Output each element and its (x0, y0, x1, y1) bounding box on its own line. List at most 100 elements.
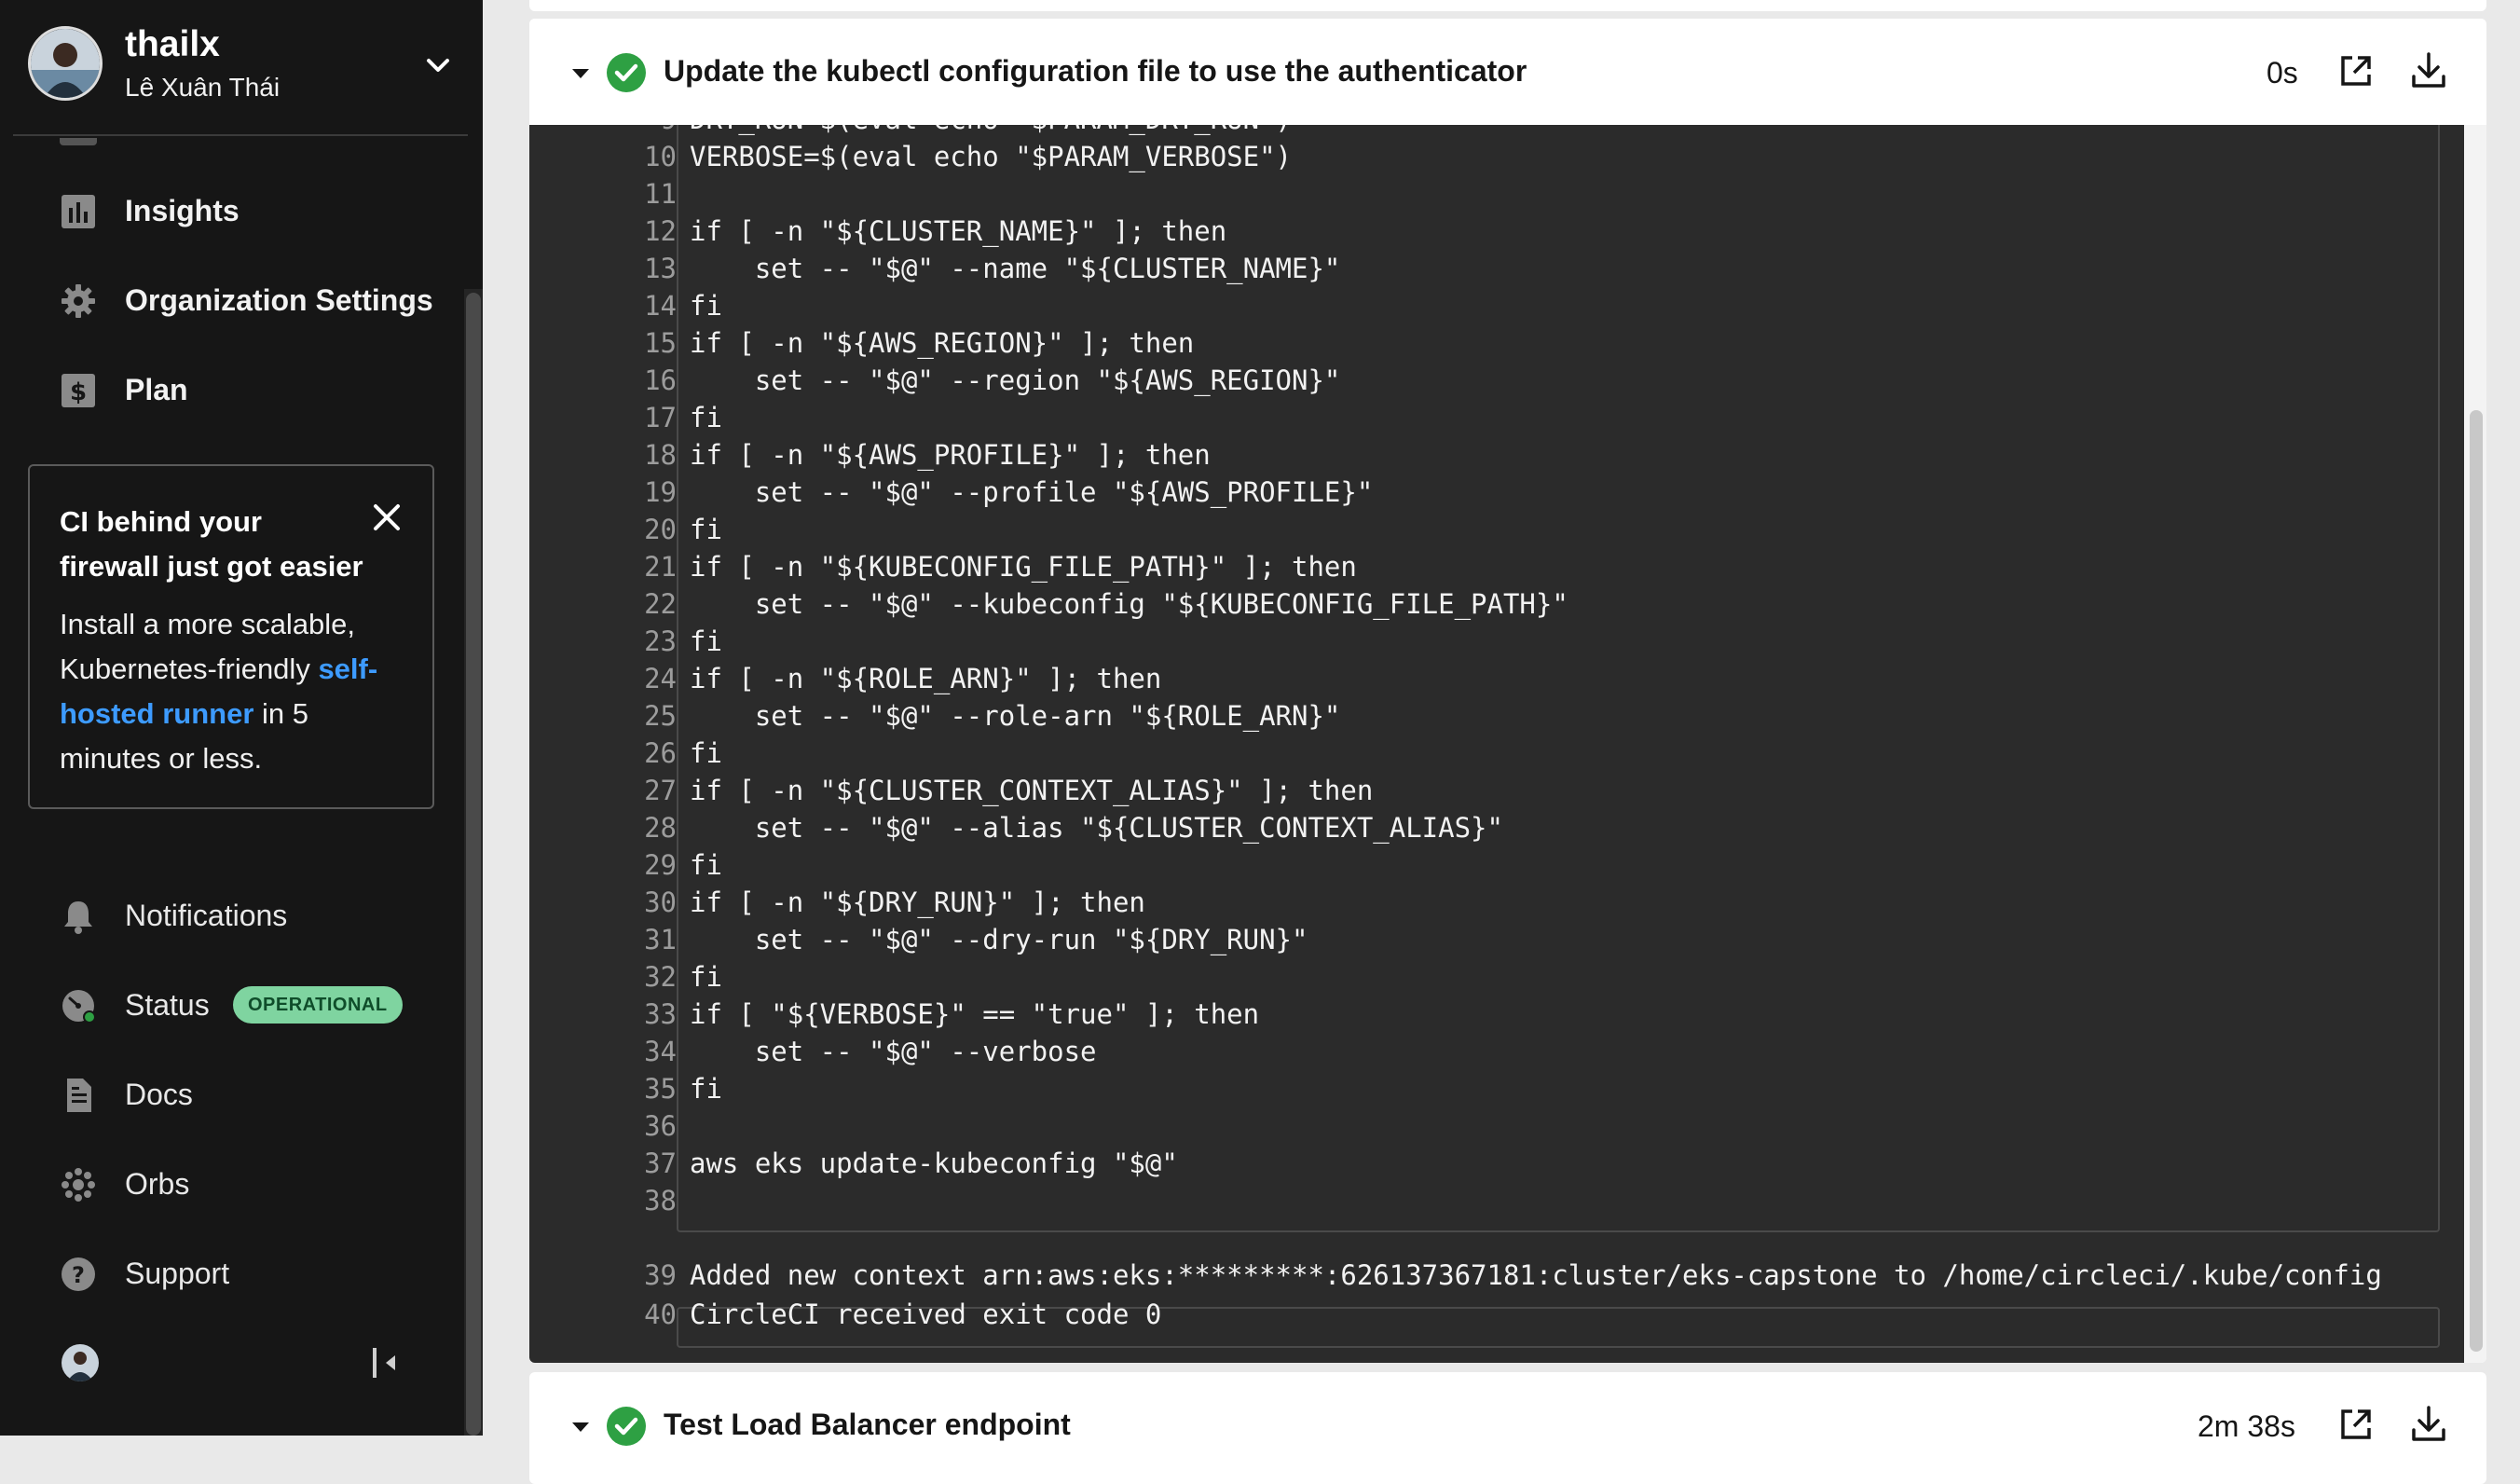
console-line: 9 DRY_RUN=$(eval echo "$PARAM_DRY_RUN") (529, 125, 2464, 138)
line-number: 31 (644, 924, 677, 955)
avatar[interactable] (62, 1344, 99, 1381)
sidebar-item-label: Insights (125, 194, 240, 227)
bar-chart-icon (62, 195, 95, 228)
gauge-icon (62, 990, 96, 1024)
console-line: 36 (529, 1107, 2464, 1145)
sidebar-scrollbar-thumb[interactable] (466, 293, 481, 1436)
console-scrollbar-thumb[interactable] (2470, 410, 2483, 1352)
console-line: 24 if [ -n "${ROLE_ARN}" ]; then (529, 660, 2464, 697)
sidebar-item-plan[interactable]: $ Plan (0, 358, 466, 423)
promo-body: Install a more scalable, Kubernetes-frie… (60, 602, 414, 781)
step-duration: 0s (2267, 56, 2298, 89)
line-number: 38 (644, 1185, 677, 1216)
line-number: 28 (644, 812, 677, 844)
collapse-sidebar-icon[interactable] (369, 1344, 403, 1381)
console-line: 40 CircleCI received exit code 0 (529, 1296, 2464, 1333)
console-line: 23 fi (529, 623, 2464, 660)
user-full-name: Lê Xuân Thái (125, 73, 281, 102)
question-icon: ? (62, 1257, 95, 1291)
line-number: 13 (644, 253, 677, 284)
line-text: if [ "${VERBOSE}" == "true" ]; then (690, 998, 1260, 1030)
dollar-icon: $ (62, 374, 95, 407)
step-title: Update the kubectl configuration file to… (664, 54, 1527, 88)
console-line: 22 set -- "$@" --kubeconfig "${KUBECONFI… (529, 585, 2464, 623)
line-number: 32 (644, 961, 677, 993)
line-number: 40 (644, 1298, 677, 1330)
user-avatar[interactable] (28, 26, 103, 101)
sidebar-item-notifications[interactable]: Notifications (0, 884, 466, 949)
sidebar-item-orbs[interactable]: Orbs (0, 1152, 466, 1217)
close-icon[interactable] (369, 500, 404, 535)
line-text: DRY_RUN=$(eval echo "$PARAM_DRY_RUN") (690, 125, 1292, 138)
console-line: 10 VERBOSE=$(eval echo "$PARAM_VERBOSE") (529, 138, 2464, 175)
line-text: set -- "$@" --profile "${AWS_PROFILE}" (690, 476, 1374, 508)
download-icon[interactable] (2408, 1404, 2449, 1445)
chevron-down-icon[interactable] (421, 48, 455, 82)
download-icon[interactable] (2408, 50, 2449, 91)
line-number: 37 (644, 1147, 677, 1179)
line-number: 26 (644, 737, 677, 769)
sidebar: thailx Lê Xuân Thái Insights Organizatio… (0, 0, 483, 1436)
sidebar-item-label: Support (125, 1257, 230, 1290)
user-menu[interactable]: thailx Lê Xuân Thái (0, 0, 483, 134)
sidebar-item-label: Organization Settings (125, 283, 433, 317)
line-text: fi (690, 625, 722, 657)
success-check-icon (607, 53, 646, 92)
caret-down-icon[interactable] (568, 65, 593, 82)
line-text: set -- "$@" --alias "${CLUSTER_CONTEXT_A… (690, 812, 1503, 844)
line-number: 30 (644, 886, 677, 918)
console-line: 38 (529, 1182, 2464, 1219)
line-text: Added new context arn:aws:eks:*********:… (690, 1259, 2382, 1291)
console-line: 27 if [ -n "${CLUSTER_CONTEXT_ALIAS}" ]; … (529, 772, 2464, 809)
line-number: 16 (644, 364, 677, 396)
step-header[interactable]: Update the kubectl configuration file to… (529, 19, 2486, 125)
line-number: 27 (644, 775, 677, 806)
sidebar-item-support[interactable]: ? Support (0, 1242, 466, 1307)
console-line: 33 if [ "${VERBOSE}" == "true" ]; then (529, 996, 2464, 1033)
line-text: if [ -n "${KUBECONFIG_FILE_PATH}" ]; the… (690, 551, 1357, 583)
line-text: set -- "$@" --verbose (690, 1036, 1097, 1067)
console-line: 35 fi (529, 1070, 2464, 1107)
line-text: aws eks update-kubeconfig "$@" (690, 1147, 1178, 1179)
success-check-icon (607, 1407, 646, 1446)
line-text: if [ -n "${AWS_PROFILE}" ]; then (690, 439, 1211, 471)
sidebar-item-insights[interactable]: Insights (0, 179, 466, 244)
console-line: 29 fi (529, 846, 2464, 884)
caret-down-icon[interactable] (568, 1419, 593, 1436)
line-text: fi (690, 290, 722, 322)
sidebar-item-label: Orbs (125, 1167, 190, 1201)
line-number: 33 (644, 998, 677, 1030)
promo-body-prefix: Install a more scalable, Kubernetes-frie… (60, 608, 356, 685)
line-number: 11 (644, 178, 677, 210)
line-text: fi (690, 402, 722, 433)
console-line: 11 (529, 175, 2464, 213)
line-number: 12 (644, 215, 677, 247)
sidebar-item-organization-settings[interactable]: Organization Settings (0, 268, 466, 334)
svg-text:?: ? (72, 1262, 85, 1288)
open-in-new-icon[interactable] (2337, 1406, 2375, 1443)
line-number: 39 (644, 1259, 677, 1291)
step-output-console[interactable]: 9DRY_RUN=$(eval echo "$PARAM_DRY_RUN")10… (529, 125, 2464, 1363)
line-number: 18 (644, 439, 677, 471)
sidebar-item-label: Notifications (125, 899, 288, 932)
console-line: 17 fi (529, 399, 2464, 436)
console-line: 14 fi (529, 287, 2464, 324)
line-number: 36 (644, 1110, 677, 1142)
svg-text:$: $ (70, 378, 87, 406)
sidebar-item-docs[interactable]: Docs (0, 1063, 466, 1128)
console-line: 13 set -- "$@" --name "${CLUSTER_NAME}" (529, 250, 2464, 287)
gear-icon (62, 284, 95, 318)
line-text: fi (690, 514, 722, 545)
open-in-new-icon[interactable] (2337, 52, 2375, 89)
line-number: 24 (644, 663, 677, 694)
console-line: 32 fi (529, 958, 2464, 996)
console-line: 37 aws eks update-kubeconfig "$@" (529, 1145, 2464, 1182)
next-step-title: Test Load Balancer endpoint (664, 1408, 1071, 1441)
console-line: 18 if [ -n "${AWS_PROFILE}" ]; then (529, 436, 2464, 474)
line-text: if [ -n "${CLUSTER_CONTEXT_ALIAS}" ]; th… (690, 775, 1374, 806)
console-line: 19 set -- "$@" --profile "${AWS_PROFILE}… (529, 474, 2464, 511)
line-text: fi (690, 1073, 722, 1105)
line-text: if [ -n "${CLUSTER_NAME}" ]; then (690, 215, 1227, 247)
console-line: 28 set -- "$@" --alias "${CLUSTER_CONTEX… (529, 809, 2464, 846)
next-step-card[interactable]: Test Load Balancer endpoint 2m 38s (529, 1372, 2486, 1484)
